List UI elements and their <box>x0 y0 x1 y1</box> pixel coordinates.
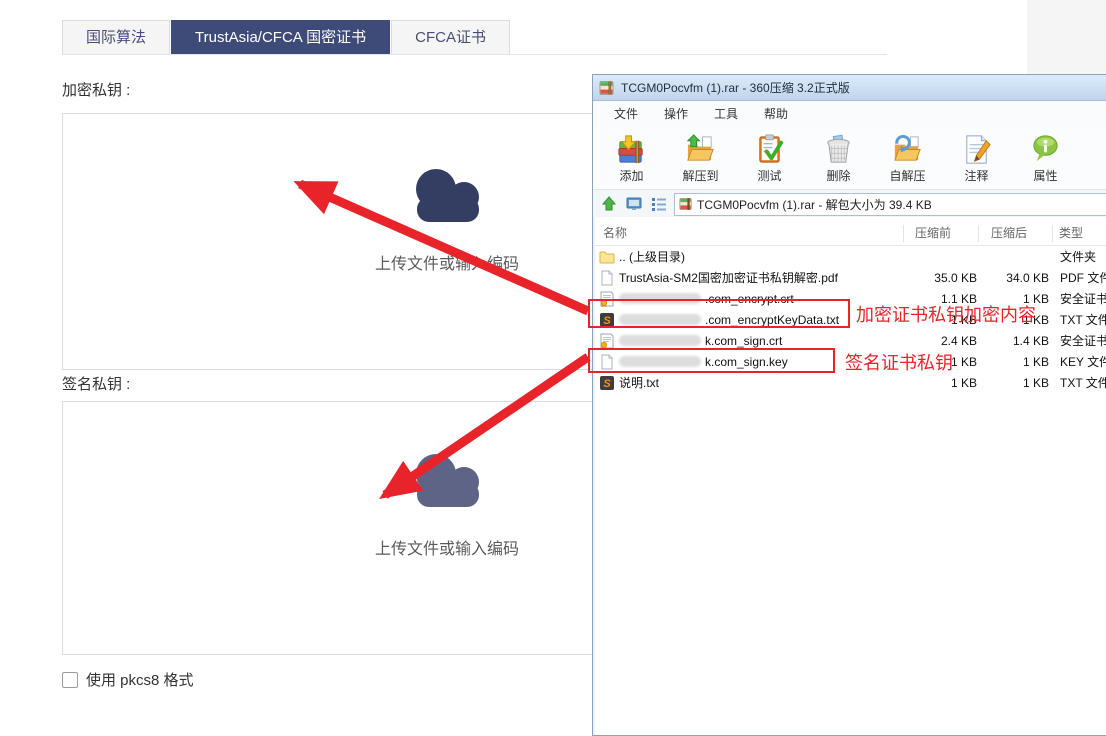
list-view-icon <box>651 196 667 212</box>
file-type: PDF 文件 <box>1053 269 1106 286</box>
file-type: TXT 文件 <box>1053 374 1106 391</box>
properties-button[interactable]: 属性 <box>1011 129 1080 187</box>
size-before: 35.0 KB <box>904 271 979 285</box>
size-before: 1 KB <box>904 376 979 390</box>
file-name: TrustAsia-SM2国密加密证书私钥解密.pdf <box>619 269 838 286</box>
test-button-label: 测试 <box>757 167 781 184</box>
window-titlebar[interactable]: TCGM0Pocvfm (1).rar - 360压缩 3.2正式版 <box>593 75 1106 101</box>
add-button[interactable]: 添加 <box>597 129 666 187</box>
file-name: 说明.txt <box>619 374 659 391</box>
file-type: 安全证书 <box>1053 290 1106 307</box>
document-icon <box>599 270 615 286</box>
comment-button[interactable]: 注释 <box>942 129 1011 187</box>
redacted-name <box>619 335 701 346</box>
size-after: 1 KB <box>979 355 1053 369</box>
archive-window-360zip: TCGM0Pocvfm (1).rar - 360压缩 3.2正式版 文件 操作… <box>592 74 1106 736</box>
menu-file[interactable]: 文件 <box>601 101 651 127</box>
annotation-text-sign: 签名证书私钥 <box>845 349 953 375</box>
delete-button-label: 删除 <box>826 167 850 184</box>
pkcs8-label: 使用 pkcs8 格式 <box>86 669 194 690</box>
menu-operation[interactable]: 操作 <box>651 101 701 127</box>
archive-path-field[interactable]: TCGM0Pocvfm (1).rar - 解包大小为 39.4 KB <box>674 193 1106 216</box>
extract-icon <box>684 133 717 166</box>
annotation-box-encrypt-keydata <box>588 299 850 328</box>
extract-button-label: 解压到 <box>682 167 718 184</box>
rar-file-icon <box>679 197 693 211</box>
pkcs8-checkbox[interactable] <box>62 672 78 688</box>
text-editor-icon: S <box>599 375 615 391</box>
size-after: 1 KB <box>979 376 1053 390</box>
size-after: 34.0 KB <box>979 271 1053 285</box>
file-row-parent-dir[interactable]: .. (上级目录) 文件夹 <box>595 246 1106 267</box>
properties-button-label: 属性 <box>1033 167 1057 184</box>
annotation-text-encrypt: 加密证书私钥加密内容 <box>856 301 1036 327</box>
trash-icon <box>822 133 855 166</box>
test-icon <box>753 133 786 166</box>
self-extract-button[interactable]: 自解压 <box>873 129 942 187</box>
folder-icon <box>599 249 615 265</box>
column-header-type[interactable]: 类型 <box>1053 225 1106 242</box>
archive-path-text: TCGM0Pocvfm (1).rar - 解包大小为 39.4 KB <box>697 196 932 213</box>
tab-trustasia-cfca-sm2[interactable]: TrustAsia/CFCA 国密证书 <box>171 20 390 54</box>
column-header-size-before[interactable]: 压缩前 <box>904 225 979 242</box>
up-arrow-icon <box>601 196 617 212</box>
pkcs8-option: 使用 pkcs8 格式 <box>62 669 194 690</box>
add-archive-icon <box>615 133 648 166</box>
file-name: k.com_sign.crt <box>705 334 782 348</box>
rar-file-icon <box>599 80 615 96</box>
certificate-icon <box>599 333 615 349</box>
properties-icon <box>1029 133 1062 166</box>
column-headers: 名称 压缩前 压缩后 类型 <box>595 221 1106 246</box>
file-list-panel: 名称 压缩前 压缩后 类型 .. (上级目录) 文件夹 TrustA <box>593 217 1106 735</box>
file-type: KEY 文件 <box>1053 353 1106 370</box>
extract-to-button[interactable]: 解压到 <box>666 129 735 187</box>
comment-icon <box>960 133 993 166</box>
test-button[interactable]: 测试 <box>735 129 804 187</box>
svg-text:S: S <box>603 378 611 390</box>
column-header-name[interactable]: 名称 <box>595 225 904 242</box>
up-directory-button[interactable] <box>599 195 619 213</box>
file-type: 安全证书 <box>1053 332 1106 349</box>
delete-button[interactable]: 删除 <box>804 129 873 187</box>
column-header-size-after[interactable]: 压缩后 <box>979 225 1053 242</box>
file-type: 文件夹 <box>1053 248 1106 265</box>
file-row-pdf-guide[interactable]: TrustAsia-SM2国密加密证书私钥解密.pdf 35.0 KB 34.0… <box>595 267 1106 288</box>
cloud-upload-icon <box>400 164 494 224</box>
encrypt-key-label: 加密私钥 : <box>62 79 130 100</box>
tab-cfca[interactable]: CFCA证书 <box>391 20 510 54</box>
menu-bar: 文件 操作 工具 帮助 <box>593 101 1106 127</box>
sign-key-label: 签名私钥 : <box>62 373 130 394</box>
tab-bar: 国际算法 TrustAsia/CFCA 国密证书 CFCA证书 <box>62 20 887 55</box>
upload-hint-text: 上传文件或输入编码 <box>375 535 519 559</box>
self-extract-icon <box>891 133 924 166</box>
toolbar: 添加 解压到 测试 <box>593 127 1106 190</box>
size-before: 2.4 KB <box>904 334 979 348</box>
address-bar: TCGM0Pocvfm (1).rar - 解包大小为 39.4 KB <box>593 190 1106 219</box>
annotation-box-sign-key <box>588 348 835 373</box>
file-name: .. (上级目录) <box>619 248 685 265</box>
window-title: TCGM0Pocvfm (1).rar - 360压缩 3.2正式版 <box>621 79 850 96</box>
file-type: TXT 文件 <box>1053 311 1106 328</box>
size-after: 1.4 KB <box>979 334 1053 348</box>
tab-international-algorithm[interactable]: 国际算法 <box>62 20 170 54</box>
comment-button-label: 注释 <box>964 167 988 184</box>
list-view-button[interactable] <box>649 195 669 213</box>
monitor-icon <box>626 196 642 212</box>
cloud-upload-icon <box>400 449 494 509</box>
menu-tools[interactable]: 工具 <box>701 101 751 127</box>
upload-hint-text: 上传文件或输入编码 <box>375 250 519 274</box>
self-extract-button-label: 自解压 <box>889 167 925 184</box>
file-row-readme-txt[interactable]: S 说明.txt 1 KB 1 KB TXT 文件 <box>595 372 1106 393</box>
add-button-label: 添加 <box>619 167 643 184</box>
preview-toggle-button[interactable] <box>624 195 644 213</box>
menu-help[interactable]: 帮助 <box>751 101 801 127</box>
